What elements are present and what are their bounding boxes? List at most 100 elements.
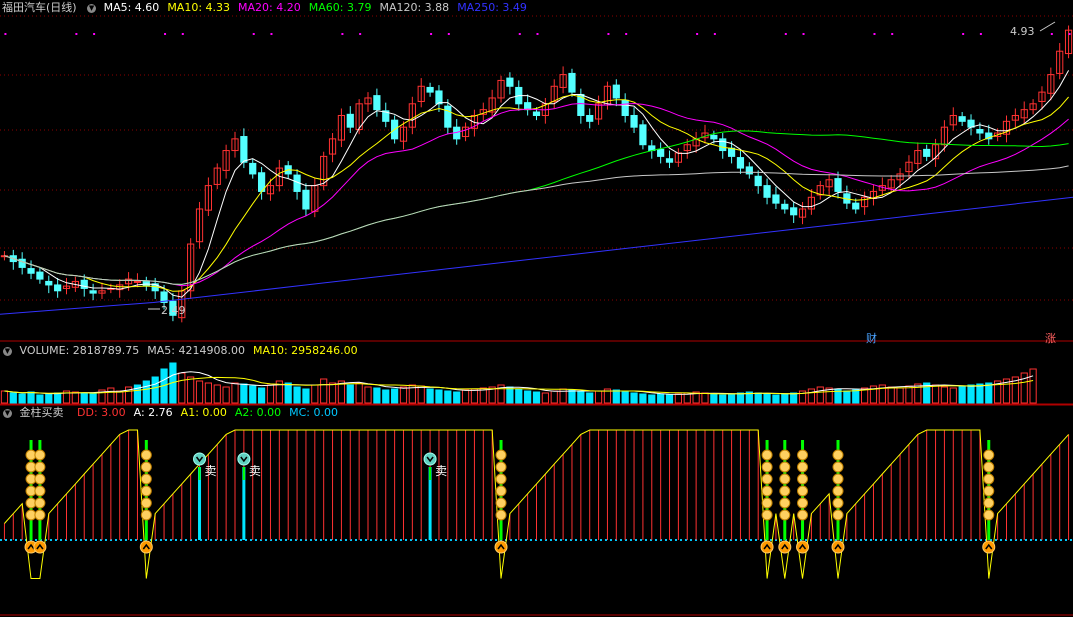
- baseline-dot: [755, 539, 757, 541]
- volume-bar: [195, 380, 204, 404]
- signal-dot: [802, 33, 805, 35]
- baseline-dot: [405, 539, 407, 541]
- baseline-dot: [880, 539, 882, 541]
- low-price-label: 2.49: [161, 304, 186, 317]
- volume-bar: [541, 392, 549, 404]
- gold-coin-icon: [797, 485, 809, 497]
- volume-bar: [71, 391, 79, 404]
- jz-label-0: DD: 3.00: [77, 406, 126, 419]
- volume-bar: [399, 386, 408, 404]
- volume-bar: [453, 391, 461, 404]
- baseline-dot: [825, 539, 827, 541]
- baseline-dot: [290, 539, 292, 541]
- baseline-dot: [60, 539, 62, 541]
- baseline-dot: [395, 539, 397, 541]
- candle-body: [249, 162, 257, 175]
- gold-coin-icon: [832, 485, 844, 497]
- high-price-label: 4.93: [1010, 25, 1035, 38]
- volume-bar: [772, 394, 780, 404]
- chevron-down-icon[interactable]: ▼: [3, 346, 12, 356]
- gold-coin-icon: [495, 449, 507, 461]
- volume-bar: [515, 388, 523, 404]
- candle-body: [976, 129, 984, 134]
- baseline-dot: [165, 539, 167, 541]
- baseline-dot: [530, 539, 532, 541]
- signal-dot: [536, 33, 539, 35]
- signal-dot: [359, 33, 362, 35]
- gold-coin-icon: [779, 461, 791, 473]
- volume-bar: [293, 386, 301, 404]
- signal-dot: [873, 33, 876, 35]
- chevron-down-icon[interactable]: ▼: [87, 3, 97, 13]
- volume-bar: [586, 392, 594, 404]
- baseline-dot: [220, 539, 222, 541]
- volume-bar: [754, 392, 762, 404]
- baseline-dot: [415, 539, 417, 541]
- volume-bar: [976, 383, 984, 404]
- baseline-dot: [955, 539, 957, 541]
- candle-body: [727, 147, 736, 157]
- baseline-dot: [360, 539, 362, 541]
- signal-dot: [4, 33, 7, 35]
- volume-bar: [736, 392, 745, 404]
- baseline-dot: [520, 539, 522, 541]
- baseline-dot: [710, 539, 712, 541]
- signal-dot: [270, 33, 273, 35]
- jz-label-4: MC: 0.00: [289, 406, 338, 419]
- gold-coin-icon: [797, 497, 809, 509]
- candle-body: [426, 86, 434, 93]
- candle-body: [532, 111, 541, 116]
- baseline-dot: [480, 539, 482, 541]
- baseline-dot: [0, 539, 2, 541]
- signal-dot: [430, 33, 433, 35]
- gold-coin-icon: [779, 485, 791, 497]
- baseline-dot: [725, 539, 727, 541]
- baseline-dot: [735, 539, 737, 541]
- baseline-dot: [195, 539, 197, 541]
- gold-coin-icon: [761, 509, 773, 521]
- gold-coin-icon: [832, 497, 844, 509]
- gold-coin-icon: [34, 473, 46, 485]
- volume-bar: [355, 382, 363, 404]
- candle-body: [444, 105, 452, 128]
- signal-dot: [341, 33, 344, 35]
- signal-dot: [1050, 33, 1053, 35]
- volume-bar: [532, 391, 541, 404]
- baseline-dot: [940, 539, 942, 541]
- baseline-dot: [240, 539, 242, 541]
- buy-chevron-icon: [33, 540, 47, 554]
- baseline-dot: [390, 539, 392, 541]
- baseline-dot: [55, 539, 57, 541]
- baseline-dot: [870, 539, 872, 541]
- gold-coin-icon: [761, 461, 773, 473]
- candle-body: [630, 114, 638, 128]
- volume-bar: [391, 388, 399, 404]
- gold-coin-icon: [140, 461, 152, 473]
- gold-coin-icon: [34, 461, 46, 473]
- volume-bar: [985, 382, 993, 404]
- volume-bar: [790, 392, 798, 404]
- volume-bar: [89, 393, 97, 404]
- baseline-dot: [840, 539, 842, 541]
- baseline-dot: [70, 539, 72, 541]
- baseline-dot: [120, 539, 122, 541]
- baseline-dot: [860, 539, 862, 541]
- baseline-dot: [1020, 539, 1022, 541]
- baseline-dot: [440, 539, 442, 541]
- chevron-down-icon[interactable]: ▼: [3, 408, 12, 418]
- baseline-dot: [565, 539, 567, 541]
- gold-coin-icon: [495, 497, 507, 509]
- volume-bar: [364, 386, 372, 404]
- volume-bar: [630, 392, 638, 404]
- baseline-dot: [515, 539, 517, 541]
- jinzhu-header: ▼ 金柱买卖 DD: 3.00 A: 2.76 A1: 0.00 A2: 0.00 MC…: [0, 405, 350, 421]
- ma-label-1: MA10: 4.33: [167, 1, 231, 14]
- candle-body: [958, 116, 966, 122]
- baseline-dot: [605, 539, 607, 541]
- baseline-dot: [450, 539, 452, 541]
- baseline-dot: [1060, 539, 1062, 541]
- gold-coin-icon: [832, 509, 844, 521]
- baseline-dot: [135, 539, 137, 541]
- candle-body: [612, 84, 620, 99]
- volume-bar: [249, 385, 257, 404]
